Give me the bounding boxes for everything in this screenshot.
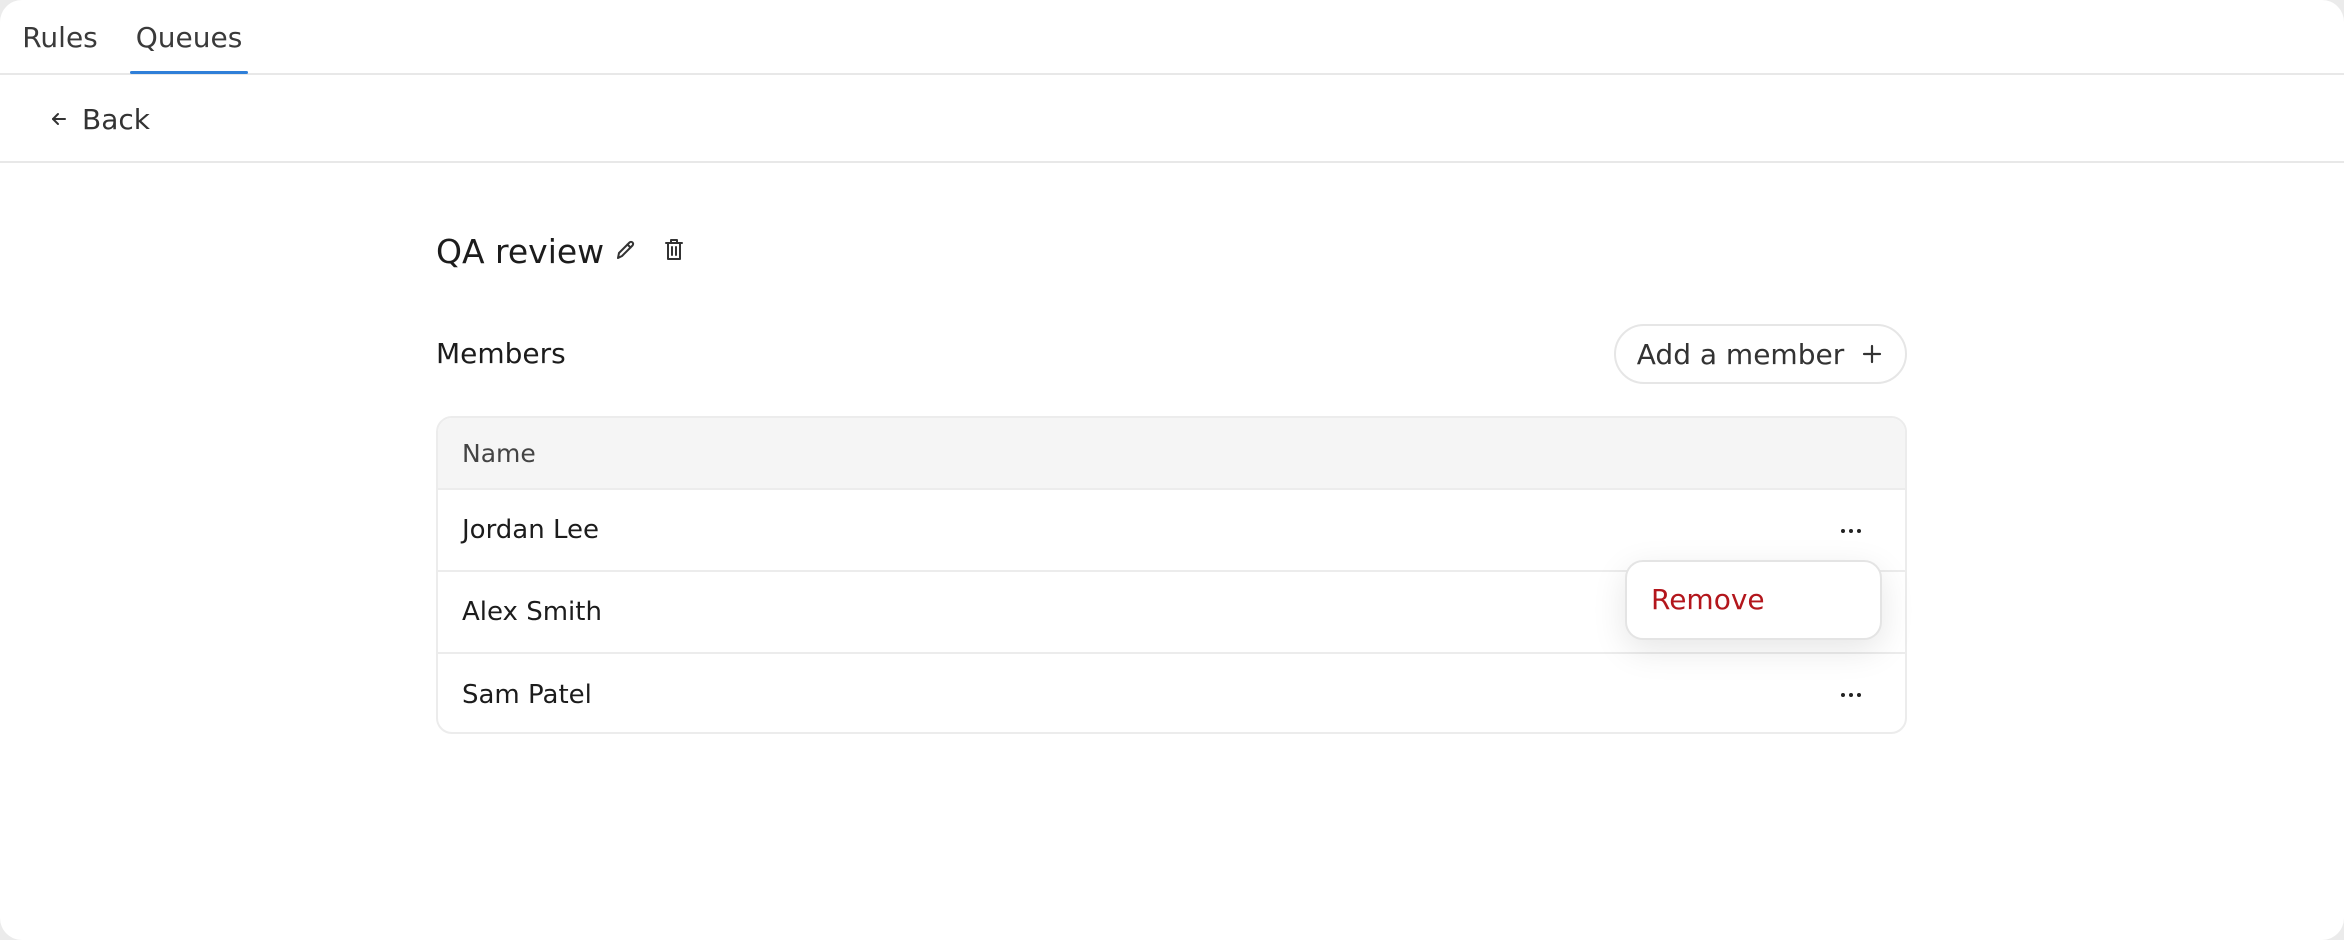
remove-member-menu-item[interactable]: Remove: [1651, 580, 1765, 620]
member-name: Alex Smith: [462, 597, 602, 627]
edit-queue-button[interactable]: [608, 234, 644, 270]
column-header-name: Name: [462, 438, 536, 468]
back-label: Back: [82, 102, 150, 136]
add-member-button[interactable]: Add a member: [1614, 324, 1907, 384]
active-tab-indicator: [130, 71, 248, 74]
member-name: Sam Patel: [462, 680, 592, 710]
back-bar: Back: [0, 75, 2344, 163]
arrow-left-icon: [48, 108, 70, 130]
table-header: Name: [438, 418, 1905, 490]
queue-title: QA review: [436, 232, 605, 271]
back-button[interactable]: Back: [48, 97, 150, 141]
table-row: Sam Patel: [438, 654, 1905, 732]
row-more-button[interactable]: [1833, 677, 1869, 713]
members-heading: Members: [436, 337, 566, 370]
pencil-icon: [614, 238, 638, 266]
row-more-button[interactable]: [1833, 513, 1869, 549]
more-horizontal-icon: [1841, 693, 1861, 697]
tab-bar: Rules Queues: [0, 0, 2344, 75]
tab-queues[interactable]: Queues: [130, 0, 248, 75]
row-actions-menu: Remove: [1625, 560, 1882, 640]
delete-queue-button[interactable]: [656, 234, 692, 270]
member-name: Jordan Lee: [462, 515, 600, 545]
tab-rules[interactable]: Rules: [14, 0, 106, 75]
more-horizontal-icon: [1841, 529, 1861, 533]
plus-icon: [1860, 342, 1884, 366]
add-member-label: Add a member: [1636, 337, 1845, 371]
trash-icon: [662, 237, 686, 267]
app-window: Rules Queues Back QA review Members Add …: [0, 0, 2344, 940]
